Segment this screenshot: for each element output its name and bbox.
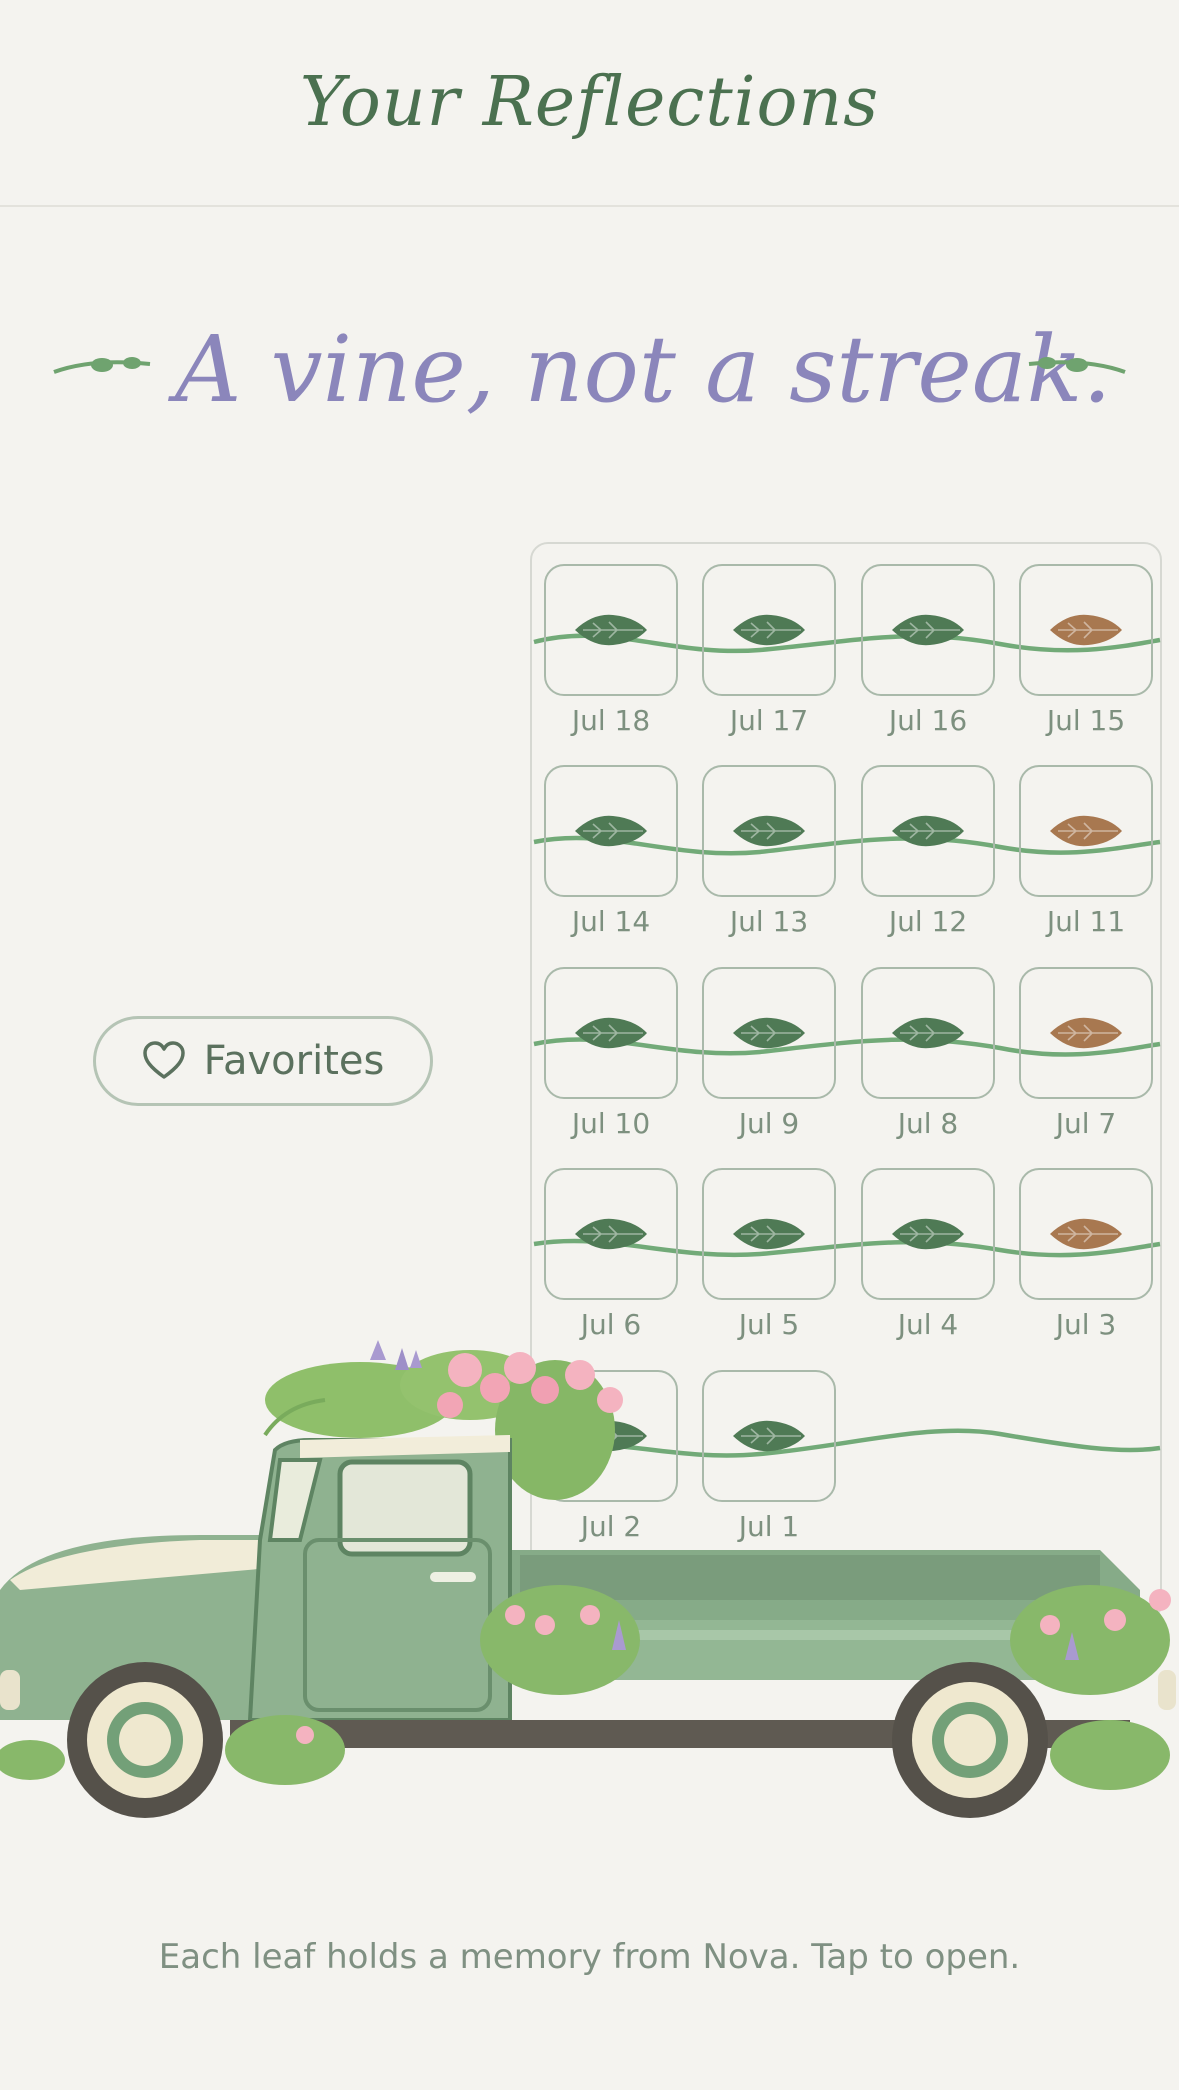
green-leaf-icon	[892, 614, 964, 646]
day-label: Jul 17	[729, 704, 809, 737]
day-cell[interactable]: Jul 12	[861, 743, 995, 941]
day-cell[interactable]: Jul 3	[1019, 1146, 1153, 1344]
day-cell[interactable]: Jul 5	[702, 1146, 836, 1344]
day-cell[interactable]: Jul 10	[544, 945, 678, 1143]
green-leaf-icon	[575, 815, 647, 847]
day-label: Jul 12	[888, 905, 968, 938]
day-cell[interactable]: Jul 15	[1019, 542, 1153, 740]
rear-wheel	[892, 1662, 1048, 1818]
day-cell[interactable]: Jul 7	[1019, 945, 1153, 1143]
brown-leaf-icon	[1050, 614, 1122, 646]
day-label: Jul 7	[1055, 1107, 1117, 1140]
day-label: Jul 15	[1046, 704, 1126, 737]
day-label: Jul 11	[1046, 905, 1126, 938]
day-label: Jul 13	[729, 905, 809, 938]
footer-hint: Each leaf holds a memory from Nova. Tap …	[158, 1937, 1021, 1977]
green-leaf-icon	[575, 1218, 647, 1250]
day-label: Jul 10	[571, 1107, 651, 1140]
day-label: Jul 16	[888, 704, 968, 737]
vine-sprig-icon	[1028, 357, 1126, 374]
green-leaf-icon	[733, 1218, 805, 1250]
brown-leaf-icon	[1050, 815, 1122, 847]
favorites-button[interactable]: Favorites	[93, 1016, 433, 1106]
day-cell[interactable]: Jul 9	[702, 945, 836, 1143]
green-leaf-icon	[892, 815, 964, 847]
day-cell[interactable]: Jul 18	[544, 542, 678, 740]
heart-icon	[142, 1041, 185, 1079]
day-label: Jul 9	[738, 1107, 800, 1140]
green-leaf-icon	[892, 1218, 964, 1250]
day-label: Jul 3	[1055, 1308, 1117, 1341]
green-leaf-icon	[733, 815, 805, 847]
green-leaf-icon	[892, 1017, 964, 1049]
day-label: Jul 5	[738, 1308, 800, 1341]
green-leaf-icon	[575, 614, 647, 646]
tagline-row: A vine, not a streak.	[0, 305, 1179, 435]
day-cell[interactable]: Jul 8	[861, 945, 995, 1143]
day-label: Jul 18	[571, 704, 651, 737]
day-cell[interactable]: Jul 6	[544, 1146, 678, 1344]
day-cell[interactable]: Jul 14	[544, 743, 678, 941]
favorites-label: Favorites	[203, 1038, 385, 1084]
day-label: Jul 4	[897, 1308, 959, 1341]
day-label: Jul 6	[580, 1308, 642, 1341]
day-cell[interactable]: Jul 11	[1019, 743, 1153, 941]
front-wheel	[67, 1662, 223, 1818]
day-cell[interactable]: Jul 17	[702, 542, 836, 740]
green-leaf-icon	[733, 1017, 805, 1049]
day-cell[interactable]: Jul 4	[861, 1146, 995, 1344]
day-cell[interactable]: Jul 16	[861, 542, 995, 740]
tagline: A vine, not a streak.	[175, 316, 1112, 423]
flower-truck-illustration	[0, 1340, 1176, 1818]
day-label: Jul 14	[571, 905, 651, 938]
day-label: Jul 8	[897, 1107, 959, 1140]
green-leaf-icon	[575, 1017, 647, 1049]
app-header: Your Reflections	[0, 0, 1179, 207]
vine-sprig-icon	[53, 357, 151, 374]
brown-leaf-icon	[1050, 1218, 1122, 1250]
brown-leaf-icon	[1050, 1017, 1122, 1049]
page-title: Your Reflections	[299, 63, 880, 142]
green-leaf-icon	[733, 614, 805, 646]
day-cell[interactable]: Jul 13	[702, 743, 836, 941]
